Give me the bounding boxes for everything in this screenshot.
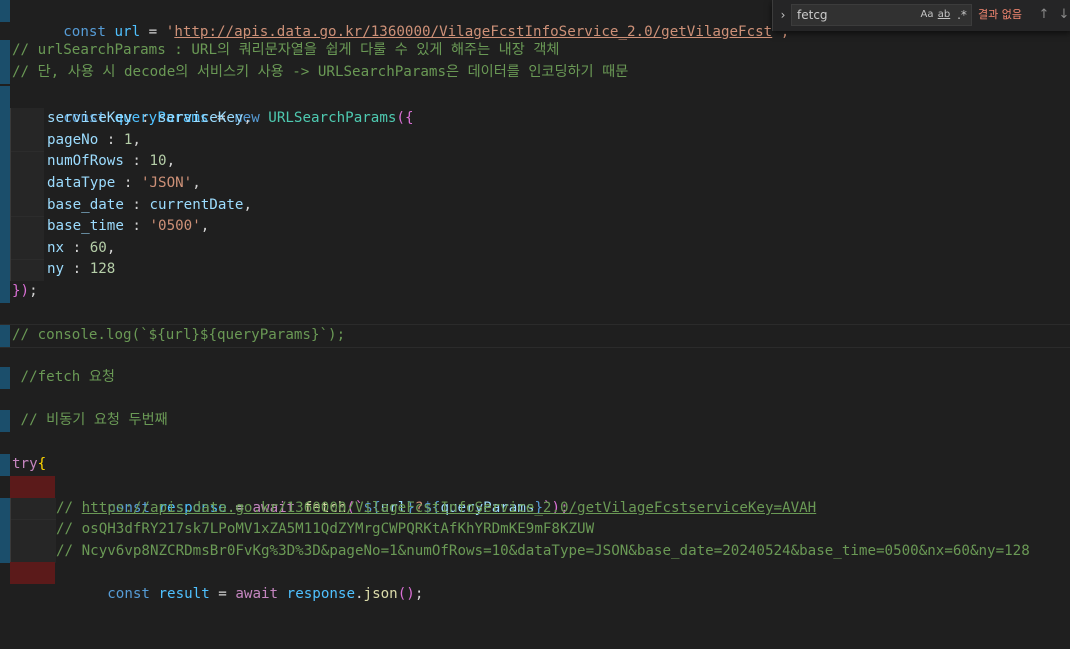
- arrow-up-icon[interactable]: ↑: [1037, 6, 1051, 24]
- find-status: 결과 없음: [978, 8, 1022, 21]
- comment-link[interactable]: https://apis.data.go.kr/1360000/VilageFc…: [82, 500, 817, 516]
- gutter-modified-marker: [0, 410, 10, 432]
- gutter-modified-marker: [0, 238, 10, 260]
- indent-guide: [10, 519, 56, 541]
- code-line-4[interactable]: // 단, 사용 시 decode의 서비스키 사용 -> URLSearchP…: [0, 62, 1070, 84]
- comment: // Ncyv6vp8NZCRDmsBr0FvKg%3D%3D&pageNo=1…: [56, 543, 1030, 559]
- gutter-modified-marker: [0, 216, 10, 238]
- comment: // 단, 사용 시 decode의 서비스키 사용 -> URLSearchP…: [12, 64, 629, 80]
- keyword-const: const: [63, 23, 106, 40]
- identifier-url: url: [114, 23, 141, 40]
- param-value: currentDate: [149, 197, 244, 213]
- comment: // console.log(`${url}${queryParams}`);: [12, 327, 346, 343]
- find-widget: › fetcg Aa ab .* 결과 없음 ↑ ↓: [772, 0, 1070, 31]
- comment: // osQH3dfRY217sk7LPoMV1xZA5M11QdZYMrgCW…: [56, 521, 595, 537]
- code-line-param[interactable]: numOfRows : 10,: [0, 151, 1070, 173]
- indent-guide: [10, 216, 44, 238]
- comment: // urlSearchParams : URL의 쿼리문자열을 쉽게 다룰 수…: [12, 42, 560, 58]
- error-highlight: [10, 476, 55, 498]
- regex-toggle[interactable]: .*: [955, 6, 969, 24]
- code-line-26[interactable]: // Ncyv6vp8NZCRDmsBr0FvKg%3D%3D&pageNo=1…: [0, 541, 1070, 563]
- indent-guide: [10, 130, 44, 152]
- indent-guide: [10, 238, 44, 260]
- code-line-3[interactable]: // urlSearchParams : URL의 쿼리문자열을 쉽게 다룰 수…: [0, 40, 1070, 62]
- param-key: pageNo: [47, 132, 99, 148]
- param-key: base_time: [47, 218, 124, 234]
- param-key: serviceKey: [47, 110, 133, 126]
- param-value: serviceKey: [158, 110, 244, 126]
- code-line-23[interactable]: const response = await fetch(`${url}?${q…: [0, 476, 1070, 516]
- code-line-22[interactable]: try{: [0, 454, 1070, 476]
- code-line-24[interactable]: // https://apis.data.go.kr/1360000/Vilag…: [0, 498, 1070, 520]
- code-line-5[interactable]: const queryParams = new URLSearchParams(…: [0, 86, 1070, 126]
- param-key: numOfRows: [47, 153, 124, 169]
- gutter-modified-marker: [0, 62, 10, 84]
- code-editor[interactable]: const url = 'http://apis.data.go.kr/1360…: [0, 0, 1070, 602]
- gutter-modified-marker: [0, 86, 10, 108]
- gutter-modified-marker: [0, 195, 10, 217]
- param-value: 60: [89, 240, 107, 256]
- whole-word-toggle[interactable]: ab: [937, 6, 951, 24]
- gutter-modified-marker: [0, 40, 10, 62]
- gutter-modified-marker: [0, 281, 10, 303]
- gutter-modified-marker: [0, 498, 10, 520]
- indent-guide: [10, 108, 44, 130]
- gutter-modified-marker: [0, 541, 10, 563]
- gutter-modified-marker: [0, 325, 10, 347]
- gutter-modified-marker: [0, 259, 10, 281]
- param-key: dataType: [47, 175, 116, 191]
- comment: // 비동기 요청 두번째: [12, 412, 168, 428]
- indent-guide: [10, 195, 44, 217]
- param-value: 128: [89, 261, 116, 277]
- keyword-try: try: [12, 456, 38, 472]
- comment: //fetch 요청: [12, 369, 115, 385]
- code-line-param[interactable]: serviceKey : serviceKey,: [0, 108, 1070, 130]
- code-line-20[interactable]: // 비동기 요청 두번째: [0, 410, 1070, 432]
- indent-guide: [10, 173, 44, 195]
- code-line-param[interactable]: dataType : 'JSON',: [0, 173, 1070, 195]
- param-key: nx: [47, 240, 65, 256]
- gutter-modified-marker: [0, 454, 10, 476]
- gutter-modified-marker: [0, 519, 10, 541]
- code-line-param[interactable]: ny : 128: [0, 259, 1070, 281]
- indent-guide: [10, 259, 44, 281]
- param-value: 'JSON': [140, 175, 193, 191]
- param-value: '0500': [149, 218, 201, 234]
- gutter-modified-marker: [0, 151, 10, 173]
- code-line-27[interactable]: const result = await response.json();: [0, 562, 1070, 602]
- gutter-modified-marker: [0, 173, 10, 195]
- code-line-16[interactable]: // console.log(`${url}${queryParams}`);: [0, 324, 1070, 348]
- param-value: 10: [149, 153, 167, 169]
- code-line-18[interactable]: //fetch 요청: [0, 367, 1070, 389]
- url-string[interactable]: http://apis.data.go.kr/1360000/VilageFcs…: [174, 24, 772, 40]
- arrow-down-icon[interactable]: ↓: [1057, 6, 1070, 24]
- match-case-toggle[interactable]: Aa: [920, 6, 934, 24]
- error-highlight: [10, 562, 55, 584]
- gutter-modified-marker: [0, 108, 10, 130]
- gutter-modified-marker: [0, 0, 10, 22]
- indent-guide: [10, 498, 56, 520]
- code-line-param[interactable]: base_time : '0500',: [0, 216, 1070, 238]
- code-line-param[interactable]: base_date : currentDate,: [0, 195, 1070, 217]
- chevron-right-icon[interactable]: ›: [777, 7, 789, 23]
- param-key: ny: [47, 261, 65, 277]
- param-key: base_date: [47, 197, 124, 213]
- gutter-modified-marker: [0, 130, 10, 152]
- identifier-result: result: [158, 585, 210, 602]
- gutter-modified-marker: [0, 367, 10, 389]
- code-line-25[interactable]: // osQH3dfRY217sk7LPoMV1xZA5M11QdZYMrgCW…: [0, 519, 1070, 541]
- code-line-14[interactable]: });: [0, 281, 1070, 303]
- indent-guide: [10, 541, 56, 563]
- code-line-param[interactable]: pageNo : 1,: [0, 130, 1070, 152]
- code-line-param[interactable]: nx : 60,: [0, 238, 1070, 260]
- indent-guide: [10, 151, 44, 173]
